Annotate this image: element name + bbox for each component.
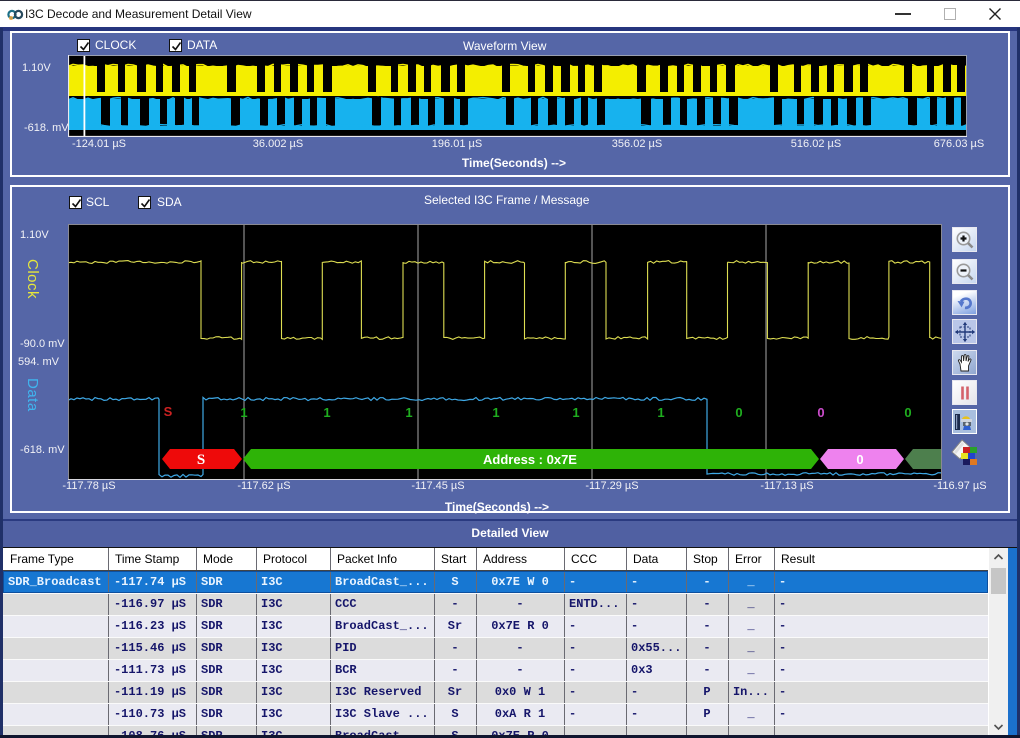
svg-text:0: 0 — [735, 405, 742, 420]
svg-text:Address : 0x7E: Address : 0x7E — [483, 452, 577, 467]
svg-text:S: S — [197, 452, 205, 468]
svg-text:1: 1 — [657, 405, 664, 420]
svg-text:0: 0 — [856, 452, 863, 467]
svg-text:0: 0 — [817, 405, 824, 420]
svg-text:1: 1 — [405, 405, 412, 420]
svg-text:1: 1 — [492, 405, 499, 420]
svg-text:1: 1 — [323, 405, 330, 420]
svg-text:1: 1 — [240, 405, 247, 420]
svg-text:0: 0 — [904, 405, 911, 420]
svg-text:1: 1 — [572, 405, 579, 420]
svg-text:S: S — [164, 404, 173, 419]
